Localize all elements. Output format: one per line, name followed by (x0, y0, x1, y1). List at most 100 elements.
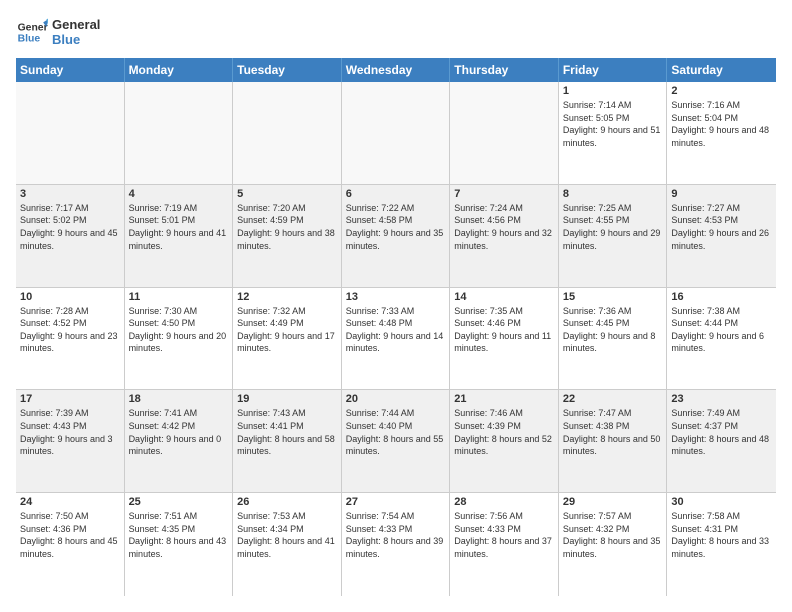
calendar-row-3: 10Sunrise: 7:28 AM Sunset: 4:52 PM Dayli… (16, 288, 776, 391)
calendar-cell: 10Sunrise: 7:28 AM Sunset: 4:52 PM Dayli… (16, 288, 125, 390)
day-info: Sunrise: 7:46 AM Sunset: 4:39 PM Dayligh… (454, 407, 554, 457)
calendar-cell: 9 Sunrise: 7:27 AM Sunset: 4:53 PM Daylig… (667, 185, 776, 287)
day-info: Sunrise: 7:35 AM Sunset: 4:46 PM Dayligh… (454, 305, 554, 355)
day-info: Sunrise: 7:22 AM Sunset: 4:58 PM Dayligh… (346, 202, 446, 252)
day-info: Sunrise: 7:32 AM Sunset: 4:49 PM Dayligh… (237, 305, 337, 355)
logo: General Blue General Blue (16, 16, 100, 48)
day-number: 8 (563, 188, 663, 200)
svg-text:Blue: Blue (18, 34, 41, 45)
calendar-cell: 28Sunrise: 7:56 AM Sunset: 4:33 PM Dayli… (450, 493, 559, 596)
calendar-cell: 15 Sunrise: 7:36 AM Sunset: 4:45 PM Dayli… (559, 288, 668, 390)
day-number: 1 (563, 85, 663, 97)
day-number: 7 (454, 188, 554, 200)
calendar-row-2: 3Sunrise: 7:17 AM Sunset: 5:02 PM Daylig… (16, 185, 776, 288)
calendar-cell: 8Sunrise: 7:25 AM Sunset: 4:55 PM Daylig… (559, 185, 668, 287)
calendar-cell: 12 Sunrise: 7:32 AM Sunset: 4:49 PM Dayli… (233, 288, 342, 390)
day-number: 24 (20, 496, 120, 508)
day-number: 15 (563, 291, 663, 303)
header-day-monday: Monday (125, 58, 234, 82)
day-number: 16 (671, 291, 772, 303)
calendar-cell: 4 Sunrise: 7:19 AM Sunset: 5:01 PM Daylig… (125, 185, 234, 287)
calendar-cell: 1 Sunrise: 7:14 AM Sunset: 5:05 PM Daylig… (559, 82, 668, 184)
day-number: 14 (454, 291, 554, 303)
calendar-cell: 29 Sunrise: 7:57 AM Sunset: 4:32 PM Dayli… (559, 493, 668, 596)
day-info: Sunrise: 7:58 AM Sunset: 4:31 PM Dayligh… (671, 510, 772, 560)
day-number: 4 (129, 188, 229, 200)
day-number: 17 (20, 393, 120, 405)
header-day-saturday: Saturday (667, 58, 776, 82)
calendar-row-5: 24 Sunrise: 7:50 AM Sunset: 4:36 PM Dayli… (16, 493, 776, 596)
day-number: 19 (237, 393, 337, 405)
day-info: Sunrise: 7:49 AM Sunset: 4:37 PM Dayligh… (671, 407, 772, 457)
day-number: 26 (237, 496, 337, 508)
calendar-cell: 11Sunrise: 7:30 AM Sunset: 4:50 PM Dayli… (125, 288, 234, 390)
header-day-wednesday: Wednesday (342, 58, 451, 82)
day-info: Sunrise: 7:50 AM Sunset: 4:36 PM Dayligh… (20, 510, 120, 560)
day-info: Sunrise: 7:38 AM Sunset: 4:44 PM Dayligh… (671, 305, 772, 355)
day-info: Sunrise: 7:43 AM Sunset: 4:41 PM Dayligh… (237, 407, 337, 457)
day-info: Sunrise: 7:33 AM Sunset: 4:48 PM Dayligh… (346, 305, 446, 355)
day-number: 5 (237, 188, 337, 200)
calendar-cell: 25 Sunrise: 7:51 AM Sunset: 4:35 PM Dayli… (125, 493, 234, 596)
page-header: General Blue General Blue (16, 16, 776, 48)
calendar-cell (342, 82, 451, 184)
calendar-cell: 19 Sunrise: 7:43 AM Sunset: 4:41 PM Dayli… (233, 390, 342, 492)
header-day-thursday: Thursday (450, 58, 559, 82)
day-number: 20 (346, 393, 446, 405)
day-info: Sunrise: 7:30 AM Sunset: 4:50 PM Dayligh… (129, 305, 229, 355)
day-number: 12 (237, 291, 337, 303)
calendar-cell: 24 Sunrise: 7:50 AM Sunset: 4:36 PM Dayli… (16, 493, 125, 596)
calendar-cell: 5 Sunrise: 7:20 AM Sunset: 4:59 PM Daylig… (233, 185, 342, 287)
day-number: 3 (20, 188, 120, 200)
day-number: 2 (671, 85, 772, 97)
calendar-cell: 30 Sunrise: 7:58 AM Sunset: 4:31 PM Dayli… (667, 493, 776, 596)
day-number: 28 (454, 496, 554, 508)
calendar-cell: 6 Sunrise: 7:22 AM Sunset: 4:58 PM Daylig… (342, 185, 451, 287)
day-number: 13 (346, 291, 446, 303)
day-number: 21 (454, 393, 554, 405)
calendar-cell: 7Sunrise: 7:24 AM Sunset: 4:56 PM Daylig… (450, 185, 559, 287)
calendar-cell: 23 Sunrise: 7:49 AM Sunset: 4:37 PM Dayli… (667, 390, 776, 492)
day-info: Sunrise: 7:16 AM Sunset: 5:04 PM Dayligh… (671, 99, 772, 149)
day-info: Sunrise: 7:20 AM Sunset: 4:59 PM Dayligh… (237, 202, 337, 252)
calendar-cell: 14 Sunrise: 7:35 AM Sunset: 4:46 PM Dayli… (450, 288, 559, 390)
day-number: 18 (129, 393, 229, 405)
day-info: Sunrise: 7:28 AM Sunset: 4:52 PM Dayligh… (20, 305, 120, 355)
calendar-cell: 16 Sunrise: 7:38 AM Sunset: 4:44 PM Dayli… (667, 288, 776, 390)
day-info: Sunrise: 7:57 AM Sunset: 4:32 PM Dayligh… (563, 510, 663, 560)
header-day-friday: Friday (559, 58, 668, 82)
day-info: Sunrise: 7:19 AM Sunset: 5:01 PM Dayligh… (129, 202, 229, 252)
calendar-cell: 17Sunrise: 7:39 AM Sunset: 4:43 PM Dayli… (16, 390, 125, 492)
day-info: Sunrise: 7:14 AM Sunset: 5:05 PM Dayligh… (563, 99, 663, 149)
svg-text:General: General (18, 22, 48, 33)
calendar-cell: 2 Sunrise: 7:16 AM Sunset: 5:04 PM Daylig… (667, 82, 776, 184)
day-number: 27 (346, 496, 446, 508)
calendar-cell: 3Sunrise: 7:17 AM Sunset: 5:02 PM Daylig… (16, 185, 125, 287)
calendar-row-4: 17Sunrise: 7:39 AM Sunset: 4:43 PM Dayli… (16, 390, 776, 493)
header-day-tuesday: Tuesday (233, 58, 342, 82)
day-info: Sunrise: 7:41 AM Sunset: 4:42 PM Dayligh… (129, 407, 229, 457)
calendar-cell: 18 Sunrise: 7:41 AM Sunset: 4:42 PM Dayli… (125, 390, 234, 492)
day-number: 6 (346, 188, 446, 200)
day-number: 25 (129, 496, 229, 508)
calendar-cell: 26 Sunrise: 7:53 AM Sunset: 4:34 PM Dayli… (233, 493, 342, 596)
day-number: 9 (671, 188, 772, 200)
day-info: Sunrise: 7:51 AM Sunset: 4:35 PM Dayligh… (129, 510, 229, 560)
day-number: 29 (563, 496, 663, 508)
day-info: Sunrise: 7:36 AM Sunset: 4:45 PM Dayligh… (563, 305, 663, 355)
day-info: Sunrise: 7:47 AM Sunset: 4:38 PM Dayligh… (563, 407, 663, 457)
calendar-cell: 13 Sunrise: 7:33 AM Sunset: 4:48 PM Dayli… (342, 288, 451, 390)
calendar-cell: 22 Sunrise: 7:47 AM Sunset: 4:38 PM Dayli… (559, 390, 668, 492)
calendar-cell: 21 Sunrise: 7:46 AM Sunset: 4:39 PM Dayli… (450, 390, 559, 492)
logo-blue: Blue (52, 32, 100, 47)
calendar-cell (233, 82, 342, 184)
calendar-cell (450, 82, 559, 184)
header-day-sunday: Sunday (16, 58, 125, 82)
day-number: 22 (563, 393, 663, 405)
calendar-cell: 27Sunrise: 7:54 AM Sunset: 4:33 PM Dayli… (342, 493, 451, 596)
calendar-cell (16, 82, 125, 184)
day-number: 23 (671, 393, 772, 405)
day-number: 30 (671, 496, 772, 508)
day-info: Sunrise: 7:53 AM Sunset: 4:34 PM Dayligh… (237, 510, 337, 560)
day-info: Sunrise: 7:27 AM Sunset: 4:53 PM Dayligh… (671, 202, 772, 252)
